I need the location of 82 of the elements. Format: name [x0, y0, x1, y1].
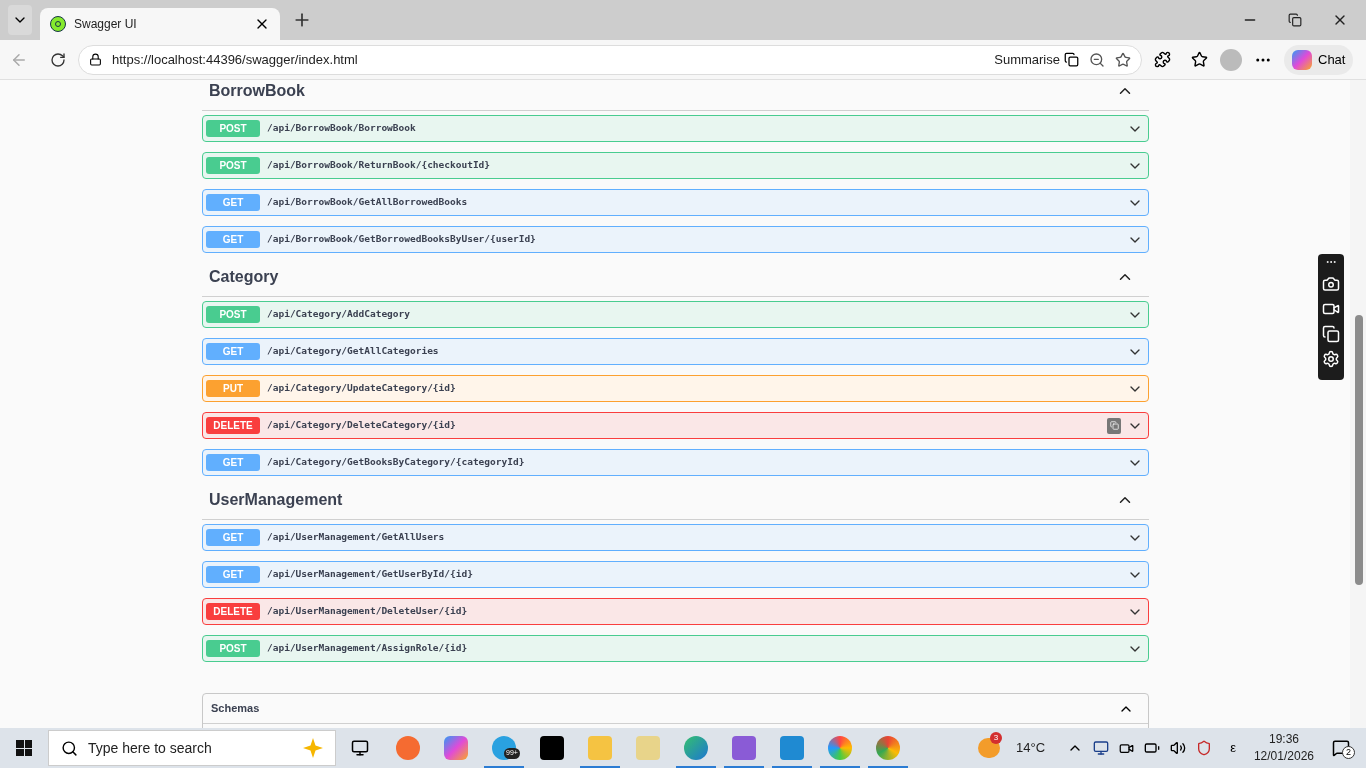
weather-badge: 3 [990, 732, 1003, 744]
swagger-logo-icon [50, 16, 66, 32]
favorites-icon[interactable] [1191, 51, 1208, 68]
temperature[interactable]: 14°C [1016, 738, 1046, 758]
chat-button[interactable]: Chat [1284, 44, 1354, 75]
summarise-button[interactable]: Summarise [994, 49, 1060, 70]
operation-row[interactable]: GET /api/Category/GetBooksByCategory/{categoryId} [202, 449, 1149, 476]
endpoint-path: /api/Category/GetAllCategories [267, 344, 440, 359]
endpoint-path: /api/Category/UpdateCategory/{id} [267, 381, 457, 396]
endpoint-path: /api/UserManagement/GetUserById/{id} [267, 567, 474, 582]
method-badge: PUT [206, 380, 260, 397]
method-badge: DELETE [206, 417, 260, 434]
method-badge: GET [206, 566, 260, 583]
address-bar[interactable]: https://localhost:44396/swagger/index.html Summarise [78, 44, 1142, 75]
network-icon[interactable] [1093, 740, 1110, 756]
section-title[interactable]: BorrowBook [209, 80, 1116, 103]
schemas-title[interactable]: Schemas [211, 700, 1118, 717]
tab-list-button[interactable] [8, 5, 32, 35]
lock-icon [89, 53, 102, 66]
windows-icon[interactable] [1322, 325, 1340, 343]
clock[interactable]: 19:36 12/01/2026 [1253, 731, 1314, 765]
endpoint-path: /api/BorrowBook/BorrowBook [267, 121, 417, 136]
operation-row[interactable]: GET /api/UserManagement/GetUserById/{id} [202, 561, 1149, 588]
method-badge: GET [206, 454, 260, 471]
method-badge: POST [206, 640, 260, 657]
search-placeholder: Type here to search [88, 738, 213, 758]
favorite-star-icon[interactable] [1115, 51, 1131, 68]
browser-tab[interactable]: Swagger UI [40, 8, 280, 40]
operation-row[interactable]: GET /api/BorrowBook/GetBorrowedBooksByUser/{userId} [202, 226, 1149, 253]
time-text: 19:36 [1268, 731, 1299, 748]
sparkle-icon [303, 738, 323, 758]
endpoint-path: /api/BorrowBook/GetBorrowedBooksByUser/{userId} [267, 232, 537, 247]
search-icon [61, 739, 78, 757]
zoom-out-icon[interactable] [1089, 51, 1105, 68]
operation-row[interactable]: POST /api/Category/AddCategory [202, 301, 1149, 328]
endpoint-path: /api/UserManagement/AssignRole/{id} [267, 641, 469, 656]
method-badge: GET [206, 343, 260, 360]
tab-title: Swagger UI [74, 16, 138, 33]
section-title[interactable]: Category [209, 264, 1116, 289]
operation-row[interactable]: GET /api/Category/GetAllCategories [202, 338, 1149, 365]
weather-icon[interactable] [978, 738, 1001, 758]
method-badge: POST [206, 157, 260, 174]
method-badge: POST [206, 306, 260, 323]
method-badge: GET [206, 529, 260, 546]
extensions-icon[interactable] [1154, 51, 1171, 68]
date-text: 12/01/2026 [1253, 748, 1314, 765]
shield-icon[interactable] [1196, 740, 1213, 756]
operation-row[interactable]: POST /api/UserManagement/AssignRole/{id} [202, 635, 1149, 662]
taskbar-search-field[interactable]: Type here to search [48, 730, 336, 766]
operation-row[interactable]: GET /api/UserManagement/GetAllUsers [202, 524, 1149, 551]
operation-row[interactable]: PUT /api/Category/UpdateCategory/{id} [202, 375, 1149, 402]
method-badge: DELETE [206, 603, 260, 620]
operation-row[interactable]: DELETE /api/Category/DeleteCategory/{id} [202, 412, 1149, 439]
url-text: https://localhost:44396/swagger/index.html [112, 50, 359, 69]
colorful-app-icon[interactable] [828, 736, 852, 760]
endpoint-path: /api/UserManagement/GetAllUsers [267, 530, 446, 545]
windows-logo-icon[interactable] [16, 740, 32, 756]
endpoint-path: /api/Category/DeleteCategory/{id} [267, 418, 457, 433]
operation-row[interactable]: POST /api/BorrowBook/ReturnBook/{checkoutId} [202, 152, 1149, 179]
copilot-logo-icon [1292, 49, 1312, 70]
speaker-icon[interactable] [1170, 740, 1187, 756]
scrollbar[interactable] [1350, 80, 1366, 728]
operation-row[interactable]: DELETE /api/UserManagement/DeleteUser/{id} [202, 598, 1149, 625]
method-badge: GET [206, 231, 260, 248]
operation-row[interactable]: POST /api/BorrowBook/BorrowBook [202, 115, 1149, 142]
input-language[interactable]: ε [1230, 738, 1236, 758]
endpoint-path: /api/BorrowBook/ReturnBook/{checkoutId} [267, 158, 492, 173]
settings-icon[interactable] [1322, 350, 1340, 368]
operation-row[interactable]: GET /api/BorrowBook/GetAllBorrowedBooks [202, 189, 1149, 216]
method-badge: POST [206, 120, 260, 137]
method-badge: GET [206, 194, 260, 211]
camera-icon[interactable] [1322, 275, 1340, 293]
clipboard-icon[interactable] [1107, 417, 1121, 434]
endpoint-path: /api/BorrowBook/GetAllBorrowedBooks [267, 195, 469, 210]
restore-icon[interactable] [1288, 13, 1302, 27]
section-title[interactable]: UserManagement [209, 487, 1116, 512]
endpoint-path: /api/UserManagement/DeleteUser/{id} [267, 604, 469, 619]
battery-icon[interactable] [1144, 740, 1161, 756]
endpoint-path: /api/Category/AddCategory [267, 307, 411, 322]
endpoint-path: /api/Category/GetBooksByCategory/{categoryId} [267, 455, 526, 470]
reload-icon[interactable] [50, 51, 66, 68]
notification-count: 2 [1342, 746, 1355, 759]
